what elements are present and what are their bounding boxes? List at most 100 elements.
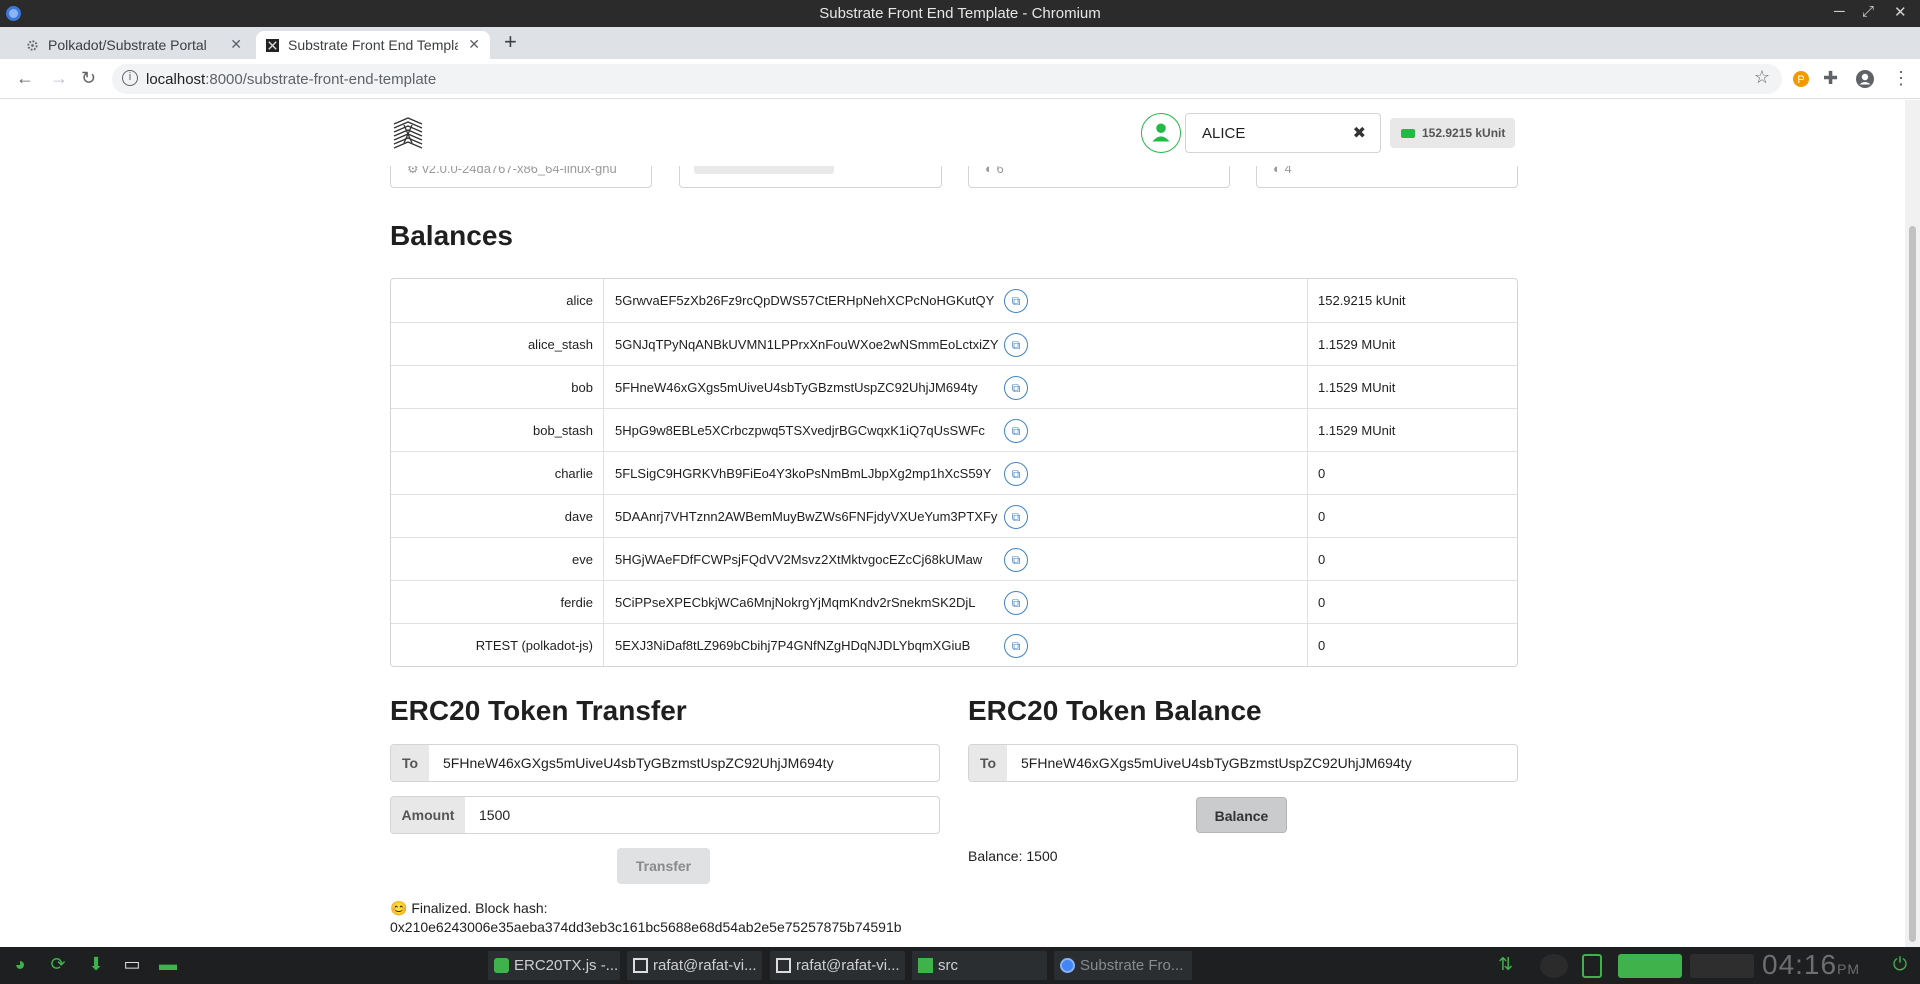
table-row: dave 5DAAnrj7VHTznn2AWBemMuyBwZWs6FNFjdyV… [391, 494, 1517, 537]
balances-title: Balances [390, 220, 513, 251]
column-divider [603, 581, 604, 623]
terminal-icon [776, 958, 791, 973]
account-balance: 0 [1318, 509, 1326, 524]
download-app-icon[interactable]: ⬇ [84, 954, 108, 978]
task-terminal-1[interactable]: rafat@rafat-vi... [627, 951, 762, 980]
column-divider [1307, 409, 1308, 451]
files-launcher-icon[interactable]: ▬ [156, 954, 180, 978]
gear-icon [27, 40, 38, 51]
tab-label: Polkadot/Substrate Portal [48, 37, 207, 53]
balance-button[interactable]: Balance [1196, 797, 1287, 833]
reload-icon[interactable]: ↻ [81, 68, 96, 89]
folder-icon [918, 958, 933, 973]
copy-icon[interactable]: ⧉ [1004, 634, 1028, 658]
transfer-amount-input[interactable] [465, 797, 939, 833]
address-bar[interactable]: i localhost:8000/substrate-front-end-tem… [112, 64, 1782, 94]
task-src-folder[interactable]: src [912, 951, 1047, 980]
network-arrows-icon[interactable]: ⇅ [1498, 954, 1518, 978]
column-divider [1307, 495, 1308, 537]
table-row: bob 5FHneW46xGXgs5mUiveU4sbTyGBzmstUspZC9… [391, 365, 1517, 408]
page-content: ⚙ v2.0.0-24da767-x86_64-linux-gnu ◐ 6 ◐ … [0, 100, 1905, 947]
back-icon[interactable]: ← [16, 68, 34, 89]
terminal-launcher-icon[interactable]: ▭ [120, 954, 144, 978]
account-selector[interactable]: ALICE ✖ [1185, 113, 1381, 153]
clock: 04:16PM [1762, 949, 1860, 981]
account-name: dave [564, 509, 593, 524]
column-divider [603, 538, 604, 580]
substrate-favicon-icon [266, 39, 279, 52]
tray-app-icon[interactable] [1540, 954, 1568, 978]
account-address: 5FLSigC9HGRKVhB9FiEo4Y3koPsNmBmLJbpXg2mp… [615, 466, 992, 481]
minimize-icon[interactable]: ─ [1834, 3, 1845, 20]
window-title: Substrate Front End Template - Chromium [819, 5, 1101, 22]
bookmark-star-icon[interactable]: ☆ [1754, 67, 1770, 88]
transfer-button[interactable]: Transfer [617, 848, 710, 884]
account-user-icon[interactable] [1141, 113, 1181, 153]
tab-close-icon[interactable]: ✕ [468, 36, 480, 53]
copy-icon[interactable]: ⧉ [1004, 333, 1028, 357]
account-address: 5EXJ3NiDaf8tLZ969bCbihj7P4GNfNZgHDqNJDLY… [615, 638, 971, 653]
task-chromium[interactable]: Substrate Fro... [1054, 951, 1192, 980]
extensions-puzzle-icon[interactable]: ✚ [1823, 68, 1838, 89]
clear-account-icon[interactable]: ✖ [1353, 123, 1366, 143]
column-divider [603, 452, 604, 494]
copy-icon[interactable]: ⧉ [1004, 591, 1028, 615]
window-titlebar: Substrate Front End Template - Chromium … [0, 0, 1920, 27]
account-address: 5DAAnrj7VHTznn2AWBemMuyBwZWs6FNFjdyVXUeY… [615, 509, 998, 524]
account-address: 5HGjWAeFDfFCWPsjFQdVV2Msvz2XtMktvgocEZcC… [615, 552, 983, 567]
column-divider [603, 279, 604, 322]
transfer-to-label: To [391, 745, 429, 781]
new-tab-button[interactable]: + [504, 29, 517, 55]
balance-query-title: ERC20 Token Balance [968, 695, 1262, 726]
page-scrollbar[interactable] [1905, 100, 1920, 947]
top-menu [0, 100, 1905, 166]
clipboard-icon[interactable] [1582, 954, 1602, 978]
copy-icon[interactable]: ⧉ [1004, 505, 1028, 529]
account-address: 5GNJqTPyNqANBkUVMN1LPPrxXnFouWXoe2wNSmmE… [615, 337, 999, 352]
extension-orange-icon[interactable]: P [1792, 70, 1810, 88]
copy-icon[interactable]: ⧉ [1004, 462, 1028, 486]
close-window-icon[interactable]: ✕ [1894, 3, 1907, 21]
refresh-app-icon[interactable]: ⟳ [46, 954, 70, 978]
account-balance: 0 [1318, 638, 1326, 653]
power-icon[interactable]: ⏻ [1888, 954, 1912, 978]
tab-substrate-front-end[interactable]: Substrate Front End Templa ✕ [256, 31, 490, 59]
table-row: bob_stash 5HpG9w8EBLe5XCrbczpwq5TSXvedjrB… [391, 408, 1517, 451]
tab-polkadot-portal[interactable]: Polkadot/Substrate Portal ✕ [16, 31, 252, 59]
column-divider [603, 366, 604, 408]
copy-icon[interactable]: ⧉ [1004, 419, 1028, 443]
transfer-to-field[interactable]: To [390, 744, 940, 782]
account-name: alice_stash [527, 337, 593, 352]
task-terminal-2[interactable]: rafat@rafat-vi... [770, 951, 905, 980]
copy-icon[interactable]: ⧉ [1004, 289, 1028, 313]
balance-to-input[interactable] [1007, 745, 1517, 781]
copy-icon[interactable]: ⧉ [1004, 548, 1028, 572]
account-address: 5GrwvaEF5zXb26Fz9rcQpDWS57CtERHpNehXCPcN… [615, 293, 995, 308]
scrollbar-thumb[interactable] [1909, 226, 1916, 942]
task-label: Substrate Fro... [1080, 957, 1184, 974]
task-erc20tx[interactable]: ERC20TX.js -... [488, 951, 620, 980]
table-row: alice_stash 5GNJqTPyNqANBkUVMN1LPPrxXnFou… [391, 322, 1517, 365]
table-row: alice 5GrwvaEF5zXb26Fz9rcQpDWS57CtERHpNeh… [391, 279, 1517, 322]
balance-to-field[interactable]: To [968, 744, 1518, 782]
memory-monitor-graph [1690, 954, 1754, 978]
forward-icon[interactable]: → [50, 68, 68, 89]
column-divider [603, 495, 604, 537]
account-selected-value: ALICE [1202, 125, 1246, 142]
maximize-icon[interactable]: ⤢ [1862, 3, 1874, 20]
transfer-status-line: 😊 Finalized. Block hash: [390, 900, 548, 916]
balances-table: alice 5GrwvaEF5zXb26Fz9rcQpDWS57CtERHpNeh… [390, 278, 1518, 667]
terminal-icon [633, 958, 648, 973]
table-row: RTEST (polkadot-js) 5EXJ3NiDaf8tLZ969bCbi… [391, 623, 1517, 666]
tab-close-icon[interactable]: ✕ [230, 36, 242, 53]
transfer-amount-field[interactable]: Amount [390, 796, 940, 834]
profile-icon[interactable] [1855, 69, 1875, 89]
transfer-to-input[interactable] [429, 745, 939, 781]
url-host: localhost [146, 71, 206, 88]
copy-icon[interactable]: ⧉ [1004, 376, 1028, 400]
menu-kebab-icon[interactable]: ⋮ [1892, 68, 1910, 89]
site-info-icon[interactable]: i [122, 70, 138, 86]
url-text[interactable]: localhost:8000/substrate-front-end-templ… [146, 71, 436, 88]
start-menu-icon[interactable]: ◕ [8, 954, 32, 978]
substrate-logo-icon[interactable] [390, 116, 426, 152]
